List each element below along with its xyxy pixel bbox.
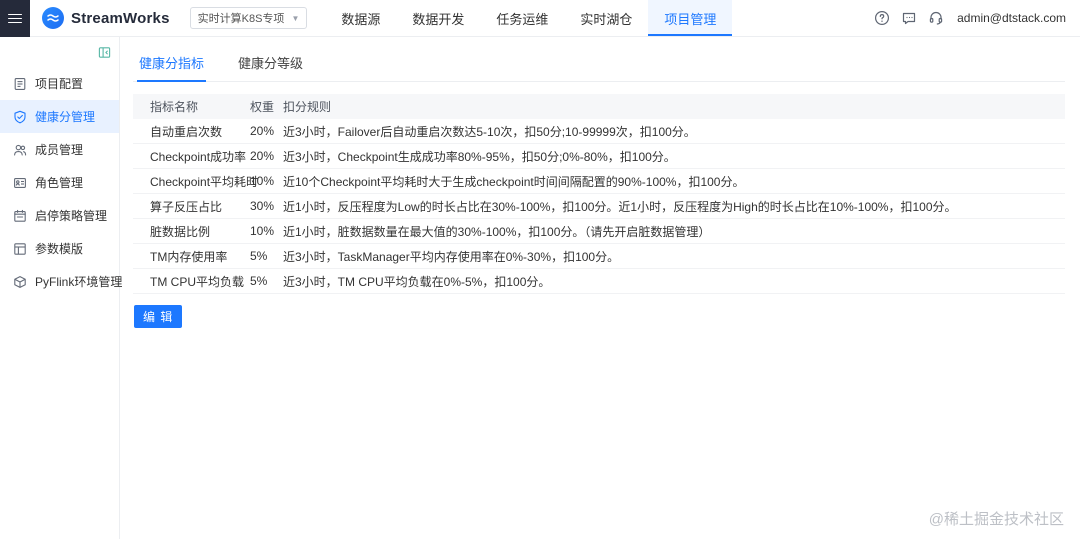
- support-headset-icon[interactable]: [928, 10, 944, 26]
- table-row: Checkpoint成功率 20% 近3小时，Checkpoint生成成功率80…: [133, 144, 1065, 169]
- streamworks-logo-icon: [42, 7, 64, 29]
- metric-weight: 5%: [250, 274, 268, 288]
- metric-name: Checkpoint平均耗时: [150, 174, 259, 189]
- nav-item-project-management[interactable]: 项目管理: [648, 0, 733, 36]
- nav-item-data-develop[interactable]: 数据开发: [396, 0, 480, 36]
- project-config-icon: [13, 77, 27, 91]
- main-content: 健康分指标 健康分等级 指标名称 权重 扣分规则 自动重启次数 20% 近3小时…: [120, 37, 1080, 539]
- chevron-down-icon: ▼: [291, 13, 300, 23]
- edit-button[interactable]: 编 辑: [134, 305, 183, 328]
- members-icon: [13, 143, 27, 157]
- metric-rule: 近3小时，TM CPU平均负载在0%-5%，扣100分。: [283, 274, 551, 289]
- metric-weight: 10%: [250, 224, 275, 238]
- metric-rule: 近3小时，Failover后自动重启次数达5-10次，扣50分;10-99999…: [283, 124, 696, 139]
- sidebar-item-param-template[interactable]: 参数模版: [0, 232, 119, 265]
- sidebar-top: [0, 37, 119, 59]
- template-icon: [13, 242, 27, 256]
- table-row: TM CPU平均负载 5% 近3小时，TM CPU平均负载在0%-5%，扣100…: [133, 269, 1065, 294]
- header-right: admin@dtstack.com: [874, 0, 1080, 36]
- tab-bar: 健康分指标 健康分等级: [133, 49, 1065, 82]
- column-header-weight: 权重: [250, 100, 275, 114]
- table-header-row: 指标名称 权重 扣分规则: [133, 94, 1065, 119]
- brand[interactable]: StreamWorks: [30, 0, 180, 36]
- metric-name: Checkpoint成功率: [150, 149, 247, 164]
- user-email[interactable]: admin@dtstack.com: [957, 11, 1066, 25]
- metric-rule: 近3小时，TaskManager平均内存使用率在0%-30%，扣100分。: [283, 249, 620, 264]
- health-shield-icon: [13, 110, 27, 124]
- sidebar-item-roles[interactable]: 角色管理: [0, 166, 119, 199]
- sidebar-item-startstop-policy[interactable]: 启停策略管理: [0, 199, 119, 232]
- metric-weight: 20%: [250, 149, 275, 163]
- sidebar-item-health-score[interactable]: 健康分管理: [0, 100, 119, 133]
- table-row: 脏数据比例 10% 近1小时，脏数据数量在最大值的30%-100%，扣100分。…: [133, 219, 1065, 244]
- sidebar-item-label: 参数模版: [35, 242, 84, 256]
- metric-rule: 近3小时，Checkpoint生成成功率80%-95%，扣50分;0%-80%，…: [283, 149, 676, 164]
- pyflink-cube-icon: [13, 275, 27, 289]
- table-row: TM内存使用率 5% 近3小时，TaskManager平均内存使用率在0%-30…: [133, 244, 1065, 269]
- sidebar-item-label: 健康分管理: [35, 110, 96, 124]
- hamburger-menu-button[interactable]: [0, 0, 30, 37]
- sidebar-item-project-config[interactable]: 项目配置: [0, 67, 119, 100]
- nav-item-realtime-lakehouse[interactable]: 实时湖仓: [564, 0, 648, 36]
- app-header: StreamWorks 实时计算K8S专项 ▼ 数据源 数据开发 任务运维 实时…: [0, 0, 1080, 37]
- sidebar-item-label: 启停策略管理: [35, 209, 108, 223]
- sidebar-menu: 项目配置 健康分管理 成员管理 角色管理 启停策略管理 参数模版 PyFlink…: [0, 67, 123, 298]
- sidebar-item-pyflink-env[interactable]: PyFlink环境管理: [0, 265, 123, 298]
- table-row: Checkpoint平均耗时 10% 近10个Checkpoint平均耗时大于生…: [133, 169, 1065, 194]
- sidebar-item-label: PyFlink环境管理: [35, 275, 123, 289]
- sidebar-item-label: 角色管理: [35, 176, 84, 190]
- metrics-table: 指标名称 权重 扣分规则 自动重启次数 20% 近3小时，Failover后自动…: [133, 94, 1065, 294]
- metric-weight: 20%: [250, 124, 275, 138]
- column-header-rule: 扣分规则: [283, 100, 332, 114]
- policy-calendar-icon: [13, 209, 27, 223]
- project-selector[interactable]: 实时计算K8S专项 ▼: [189, 7, 308, 29]
- tab-health-score-levels[interactable]: 健康分等级: [236, 49, 305, 81]
- metric-rule: 近1小时，反压程度为Low的时长占比在30%-100%，扣100分。近1小时，反…: [283, 199, 957, 214]
- column-header-name: 指标名称: [150, 100, 199, 114]
- metric-weight: 10%: [250, 174, 275, 188]
- sidebar: 项目配置 健康分管理 成员管理 角色管理 启停策略管理 参数模版 PyFlink…: [0, 37, 123, 539]
- sidebar-item-label: 成员管理: [35, 143, 84, 157]
- hamburger-icon: [8, 11, 22, 26]
- metric-rule: 近1小时，脏数据数量在最大值的30%-100%，扣100分。（请先开启脏数据管理…: [283, 224, 711, 239]
- nav-item-datasource[interactable]: 数据源: [325, 0, 396, 36]
- metric-name: 算子反压占比: [150, 199, 223, 214]
- top-navigation: 数据源 数据开发 任务运维 实时湖仓 项目管理: [325, 0, 733, 36]
- message-icon[interactable]: [901, 10, 917, 26]
- help-icon[interactable]: [874, 10, 890, 26]
- table-body: 自动重启次数 20% 近3小时，Failover后自动重启次数达5-10次，扣5…: [133, 119, 1065, 294]
- sidebar-item-label: 项目配置: [35, 77, 84, 91]
- sidebar-collapse-icon[interactable]: [98, 46, 111, 59]
- nav-item-task-ops[interactable]: 任务运维: [480, 0, 564, 36]
- brand-name: StreamWorks: [71, 9, 170, 27]
- metric-name: TM CPU平均负载: [150, 274, 244, 289]
- table-row: 自动重启次数 20% 近3小时，Failover后自动重启次数达5-10次，扣5…: [133, 119, 1065, 144]
- metric-name: 脏数据比例: [150, 224, 211, 239]
- tab-health-score-metrics[interactable]: 健康分指标: [137, 49, 207, 82]
- metric-name: 自动重启次数: [150, 124, 223, 139]
- metric-name: TM内存使用率: [150, 249, 228, 264]
- metric-rule: 近10个Checkpoint平均耗时大于生成checkpoint时间间隔配置的9…: [283, 174, 745, 189]
- table-row: 算子反压占比 30% 近1小时，反压程度为Low的时长占比在30%-100%，扣…: [133, 194, 1065, 219]
- sidebar-item-members[interactable]: 成员管理: [0, 133, 119, 166]
- project-selector-value: 实时计算K8S专项: [197, 13, 285, 25]
- metric-weight: 30%: [250, 199, 275, 213]
- metric-weight: 5%: [250, 249, 268, 263]
- role-card-icon: [13, 176, 27, 190]
